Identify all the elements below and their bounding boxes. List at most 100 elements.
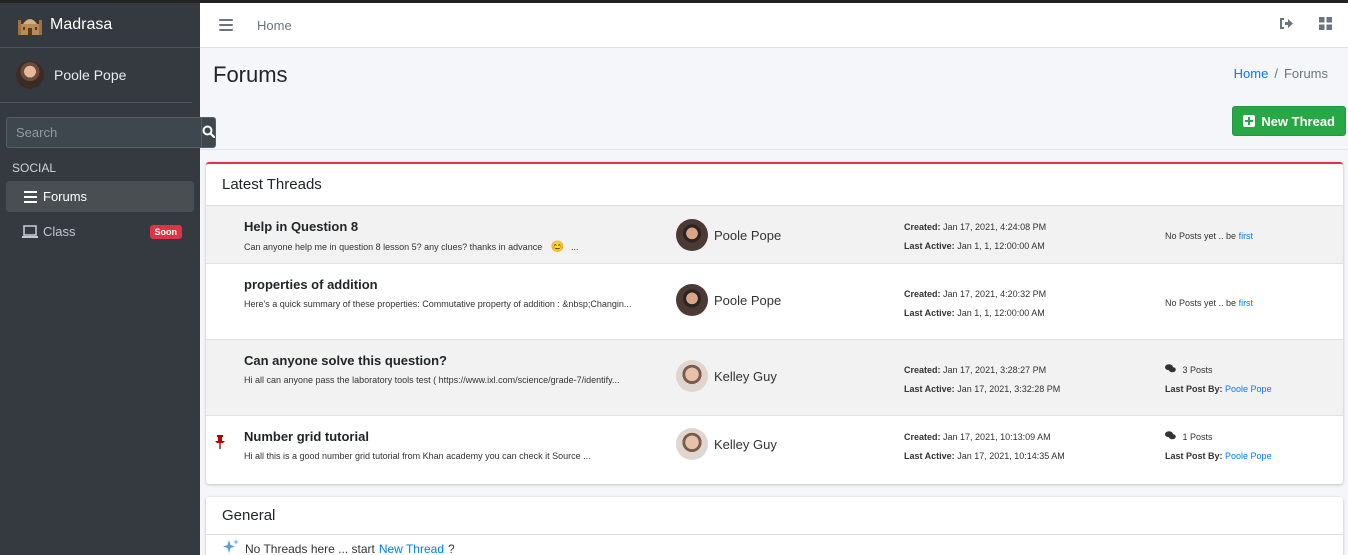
thread-title[interactable]: Number grid tutorial: [244, 429, 369, 444]
created-label: Created:: [904, 289, 941, 299]
start-new-thread-link[interactable]: New Thread: [379, 542, 444, 555]
thread-dates: Created: Jan 17, 2021, 4:24:08 PM Last A…: [904, 218, 1046, 256]
thread-stats: 3 Posts Last Post By: Poole Pope: [1165, 361, 1272, 399]
breadcrumb: Home / Forums: [1234, 66, 1328, 81]
top-home-link[interactable]: Home: [257, 18, 292, 33]
author-avatar: [676, 219, 708, 251]
excerpt-ellipsis: ...: [570, 242, 579, 252]
sidebar-item-label: Class: [43, 224, 76, 239]
search-input[interactable]: [6, 117, 202, 148]
post-count: 1 Posts: [1182, 432, 1213, 442]
general-card: General No Threads here ... start New Th…: [206, 497, 1343, 555]
thread-author[interactable]: Poole Pope: [676, 219, 781, 251]
thread-stats: No Posts yet .. be first: [1165, 227, 1253, 246]
thread-dates: Created: Jan 17, 2021, 3:28:27 PM Last A…: [904, 361, 1060, 399]
created-date: Jan 17, 2021, 4:24:08 PM: [943, 222, 1047, 232]
excerpt-text: Can anyone help me in question 8 lesson …: [244, 242, 543, 252]
brand-name: Madrasa: [50, 16, 113, 33]
grid-apps-icon[interactable]: [1319, 17, 1332, 33]
thread-stats: 1 Posts Last Post By: Poole Pope: [1165, 428, 1272, 466]
author-name: Kelley Guy: [714, 368, 777, 384]
breadcrumb-home[interactable]: Home: [1234, 66, 1269, 81]
page-title: Forums: [213, 62, 288, 87]
nav-header-social: SOCIAL: [12, 161, 57, 175]
thread-author[interactable]: Kelley Guy: [676, 360, 777, 392]
card-title: Latest Threads: [206, 164, 1343, 206]
sidebar-item-class[interactable]: Class Soon: [6, 216, 194, 247]
thread-dates: Created: Jan 17, 2021, 4:20:32 PM Last A…: [904, 285, 1046, 323]
last-active-date: Jan 17, 2021, 3:32:28 PM: [957, 384, 1061, 394]
top-right-actions: [1279, 17, 1332, 33]
thread-row[interactable]: properties of addition Here's a quick su…: [206, 264, 1343, 340]
thread-row[interactable]: Number grid tutorial Hi all this is a go…: [206, 416, 1343, 484]
thread-title[interactable]: Help in Question 8: [244, 219, 358, 234]
last-active-date: Jan 1, 1, 12:00:00 AM: [957, 241, 1045, 251]
first-post-link[interactable]: first: [1239, 231, 1254, 241]
empty-state: No Threads here ... start New Thread ?: [222, 539, 455, 555]
no-posts-text: No Posts yet .. be: [1165, 298, 1237, 308]
thread-title[interactable]: Can anyone solve this question?: [244, 353, 447, 368]
last-active-label: Last Active:: [904, 308, 955, 318]
first-post-link[interactable]: first: [1239, 298, 1254, 308]
post-count: 3 Posts: [1182, 365, 1213, 375]
brand[interactable]: Madrasa: [0, 3, 200, 48]
created-date: Jan 17, 2021, 4:20:32 PM: [943, 289, 1047, 299]
last-post-label: Last Post By:: [1165, 384, 1223, 394]
no-posts-text: No Posts yet .. be: [1165, 231, 1237, 241]
new-thread-button[interactable]: New Thread: [1232, 106, 1346, 136]
thread-row[interactable]: Can anyone solve this question? Hi all c…: [206, 340, 1343, 416]
sidebar-search: [6, 117, 216, 148]
last-post-author-link[interactable]: Poole Pope: [1225, 451, 1272, 461]
search-button[interactable]: [202, 117, 216, 148]
thread-excerpt: Hi all this is a good number grid tutori…: [244, 451, 591, 461]
sidebar-item-forums[interactable]: Forums: [6, 181, 194, 212]
latest-threads-card: Latest Threads Help in Question 8 Can an…: [206, 162, 1343, 484]
list-icon: [22, 190, 38, 204]
thread-stats: No Posts yet .. be first: [1165, 294, 1253, 313]
last-active-date: Jan 17, 2021, 10:14:35 AM: [957, 451, 1065, 461]
breadcrumb-current: Forums: [1283, 66, 1328, 81]
created-date: Jan 17, 2021, 3:28:27 PM: [943, 365, 1047, 375]
comments-icon: [1165, 431, 1176, 442]
user-panel[interactable]: Poole Pope: [0, 48, 192, 103]
last-active-label: Last Active:: [904, 451, 955, 461]
thread-excerpt: Hi all can anyone pass the laboratory to…: [244, 375, 620, 385]
empty-text: No Threads here ... start: [245, 541, 375, 555]
last-active-date: Jan 1, 1, 12:00:00 AM: [957, 308, 1045, 318]
author-name: Poole Pope: [714, 292, 782, 308]
author-name: Poole Pope: [714, 227, 782, 243]
last-post-label: Last Post By:: [1165, 451, 1223, 461]
comments-icon: [1165, 364, 1176, 375]
logout-icon[interactable]: [1279, 17, 1293, 33]
breadcrumb-separator: /: [1274, 66, 1278, 81]
thread-author[interactable]: Poole Pope: [676, 284, 781, 316]
author-name: Kelley Guy: [714, 436, 777, 452]
author-avatar: [676, 360, 708, 392]
last-post-author-link[interactable]: Poole Pope: [1225, 384, 1272, 394]
top-navbar: Home: [200, 0, 1348, 48]
author-avatar: [676, 428, 708, 460]
thread-excerpt: Here's a quick summary of these properti…: [244, 299, 632, 309]
menu-toggle-icon[interactable]: [219, 19, 233, 31]
user-name[interactable]: Poole Pope: [54, 67, 126, 83]
thread-row[interactable]: Help in Question 8 Can anyone help me in…: [206, 206, 1343, 264]
sidebar: Madrasa Poole Pope SOCIAL Forums Class S…: [0, 0, 216, 555]
thread-title[interactable]: properties of addition: [244, 277, 378, 292]
last-active-label: Last Active:: [904, 241, 955, 251]
plus-square-icon: [1243, 115, 1256, 127]
thread-excerpt: Can anyone help me in question 8 lesson …: [244, 238, 649, 257]
empty-tail: ?: [448, 541, 455, 555]
search-icon: [202, 125, 216, 141]
sidebar-item-label: Forums: [43, 189, 88, 204]
smile-emoji-icon: 😊: [550, 241, 565, 253]
mosque-logo-icon: [17, 14, 43, 36]
created-label: Created:: [904, 222, 941, 232]
thread-author[interactable]: Kelley Guy: [676, 428, 777, 460]
new-thread-label: New Thread: [1261, 113, 1335, 129]
sparkles-icon: [222, 539, 240, 555]
created-label: Created:: [904, 432, 941, 442]
laptop-icon: [22, 225, 38, 239]
created-date: Jan 17, 2021, 10:13:09 AM: [943, 432, 1051, 442]
card-title: General: [206, 497, 1343, 535]
thread-dates: Created: Jan 17, 2021, 10:13:09 AM Last …: [904, 428, 1065, 466]
